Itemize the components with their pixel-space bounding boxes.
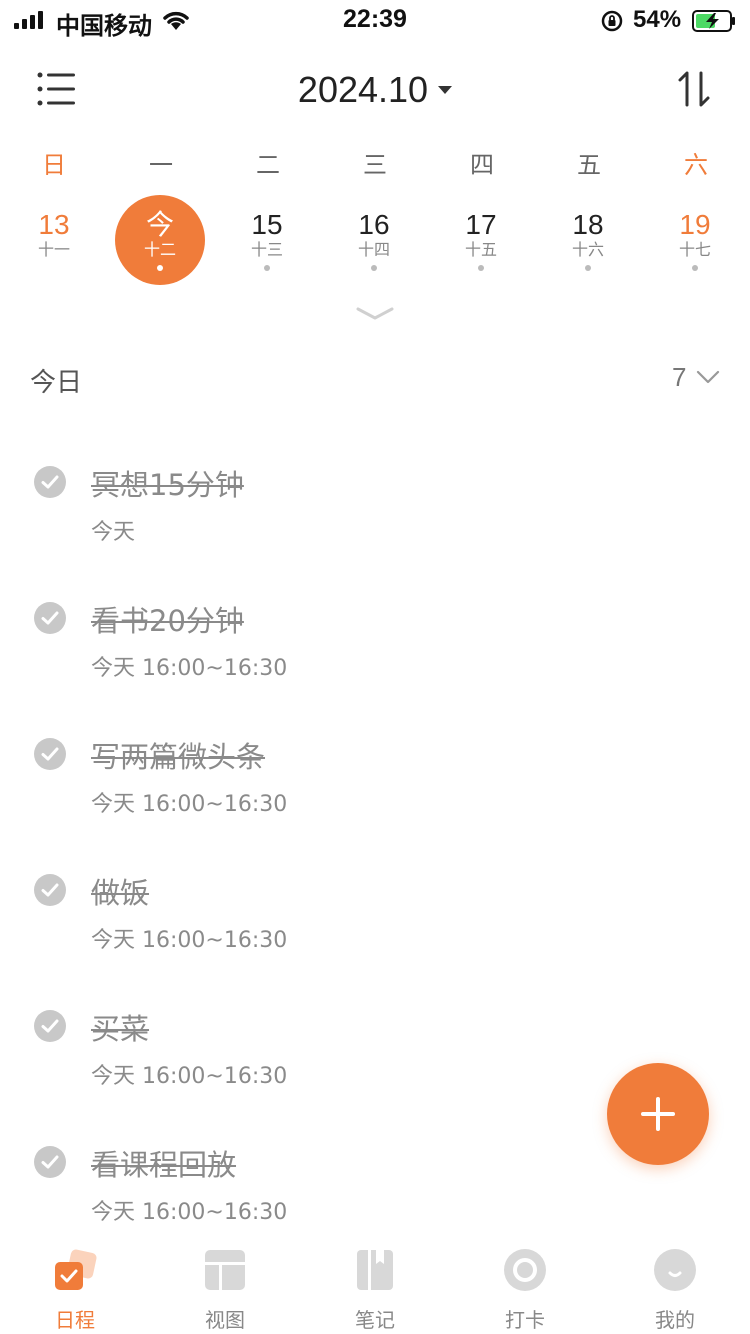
date-number: 今 xyxy=(145,209,174,240)
weekday-mon: 一 xyxy=(149,151,173,179)
lunar-date: 十三 xyxy=(250,240,283,259)
date-number: 13 xyxy=(38,209,70,240)
lunar-date: 十二 xyxy=(143,240,176,259)
date-cell[interactable]: 13 十一 xyxy=(9,195,99,285)
tab-notes[interactable]: 笔记 xyxy=(325,1240,425,1334)
task-time: 今天 16:00~16:30 xyxy=(91,656,288,681)
section-title: 今日 xyxy=(30,368,83,398)
weekday-wed: 三 xyxy=(363,151,387,179)
add-task-button[interactable] xyxy=(607,1063,709,1165)
task-time: 今天 16:00~16:30 xyxy=(91,1064,288,1089)
plus-icon xyxy=(641,1097,675,1131)
tab-view[interactable]: 视图 xyxy=(175,1240,275,1334)
tab-label: 视图 xyxy=(205,1308,245,1332)
tab-label: 笔记 xyxy=(355,1308,395,1332)
lunar-date: 十六 xyxy=(571,240,604,259)
weekday-tue: 二 xyxy=(256,151,280,179)
task-time: 今天 16:00~16:30 xyxy=(91,928,288,953)
rotation-lock-icon xyxy=(601,10,623,32)
task-item[interactable]: 看书20分钟 今天 16:00~16:30 xyxy=(0,586,750,706)
sort-icon[interactable] xyxy=(675,69,715,109)
view-icon xyxy=(205,1250,245,1290)
notebook-icon xyxy=(357,1250,393,1290)
chevron-down-icon[interactable] xyxy=(696,368,720,386)
task-title: 买菜 xyxy=(91,1012,150,1046)
task-count: 7 xyxy=(672,362,687,392)
task-item[interactable]: 做饭 今天 16:00~16:30 xyxy=(0,858,750,978)
month-label: 2024.10 xyxy=(297,69,429,110)
weekday-sat: 六 xyxy=(684,151,708,179)
tab-schedule[interactable]: 日程 xyxy=(25,1240,125,1334)
check-circle-icon[interactable] xyxy=(34,1010,66,1042)
weekday-thu: 四 xyxy=(470,151,494,179)
chevron-down-icon[interactable] xyxy=(355,305,395,321)
task-item[interactable]: 写两篇微头条 今天 16:00~16:30 xyxy=(0,722,750,842)
event-dot xyxy=(157,265,163,271)
event-dot xyxy=(371,265,377,271)
event-dot xyxy=(478,265,484,271)
task-time: 今天 16:00~16:30 xyxy=(91,1200,288,1225)
status-bar: 中国移动 22:39 54% xyxy=(0,0,750,40)
date-number: 16 xyxy=(358,209,390,240)
lunar-date: 十一 xyxy=(37,240,70,259)
check-circle-icon[interactable] xyxy=(34,874,66,906)
date-cell[interactable]: 18 十六 xyxy=(543,195,633,285)
battery-charging-icon xyxy=(692,10,735,32)
event-dot xyxy=(264,265,270,271)
lunar-date: 十七 xyxy=(678,240,711,259)
weekday-row: 日 一 二 三 四 五 六 xyxy=(0,145,750,181)
schedule-icon xyxy=(55,1249,97,1290)
date-cell[interactable]: 15 十三 xyxy=(222,195,312,285)
header: 2024.10 xyxy=(0,55,750,125)
tab-checkin[interactable]: 打卡 xyxy=(475,1240,575,1334)
event-dot xyxy=(692,265,698,271)
check-circle-icon[interactable] xyxy=(34,466,66,498)
lunar-date: 十五 xyxy=(464,240,497,259)
tab-profile[interactable]: 我的 xyxy=(625,1240,725,1334)
task-title: 写两篇微头条 xyxy=(91,740,266,774)
today-section-header[interactable]: 今日 7 xyxy=(0,360,750,400)
task-item[interactable]: 冥想15分钟 今天 xyxy=(0,450,750,570)
tab-label: 日程 xyxy=(55,1308,95,1332)
tab-label: 我的 xyxy=(655,1308,695,1332)
task-title: 看课程回放 xyxy=(91,1148,237,1182)
tab-label: 打卡 xyxy=(505,1308,545,1332)
checkin-icon xyxy=(504,1249,546,1291)
date-number: 15 xyxy=(251,209,283,240)
lunar-date: 十四 xyxy=(357,240,390,259)
task-title: 做饭 xyxy=(91,876,150,910)
date-cell[interactable]: 19 十七 xyxy=(650,195,740,285)
week-dates: 13 十一 今 十二 15 十三 16 十四 17 十五 18 十六 19 十七 xyxy=(0,195,750,290)
date-cell[interactable]: 17 十五 xyxy=(436,195,526,285)
bottom-tab-bar: 日程 视图 笔记 打卡 我的 xyxy=(0,1240,750,1334)
battery-percent: 54% xyxy=(633,6,682,33)
caret-down-icon xyxy=(438,86,453,95)
date-cell-today[interactable]: 今 十二 xyxy=(115,195,205,285)
date-cell[interactable]: 16 十四 xyxy=(329,195,419,285)
task-title: 看书20分钟 xyxy=(91,604,244,638)
task-time: 今天 16:00~16:30 xyxy=(91,792,288,817)
weekday-sun: 日 xyxy=(42,151,66,179)
task-time: 今天 xyxy=(91,520,136,545)
event-dot xyxy=(585,265,591,271)
check-circle-icon[interactable] xyxy=(34,738,66,770)
check-circle-icon[interactable] xyxy=(34,602,66,634)
date-number: 18 xyxy=(572,209,604,240)
profile-icon xyxy=(654,1249,696,1291)
check-circle-icon[interactable] xyxy=(34,1146,66,1178)
date-number: 19 xyxy=(679,209,711,240)
task-title: 冥想15分钟 xyxy=(91,468,244,502)
month-selector[interactable]: 2024.10 xyxy=(0,69,750,111)
date-number: 17 xyxy=(465,209,497,240)
weekday-fri: 五 xyxy=(577,151,601,179)
